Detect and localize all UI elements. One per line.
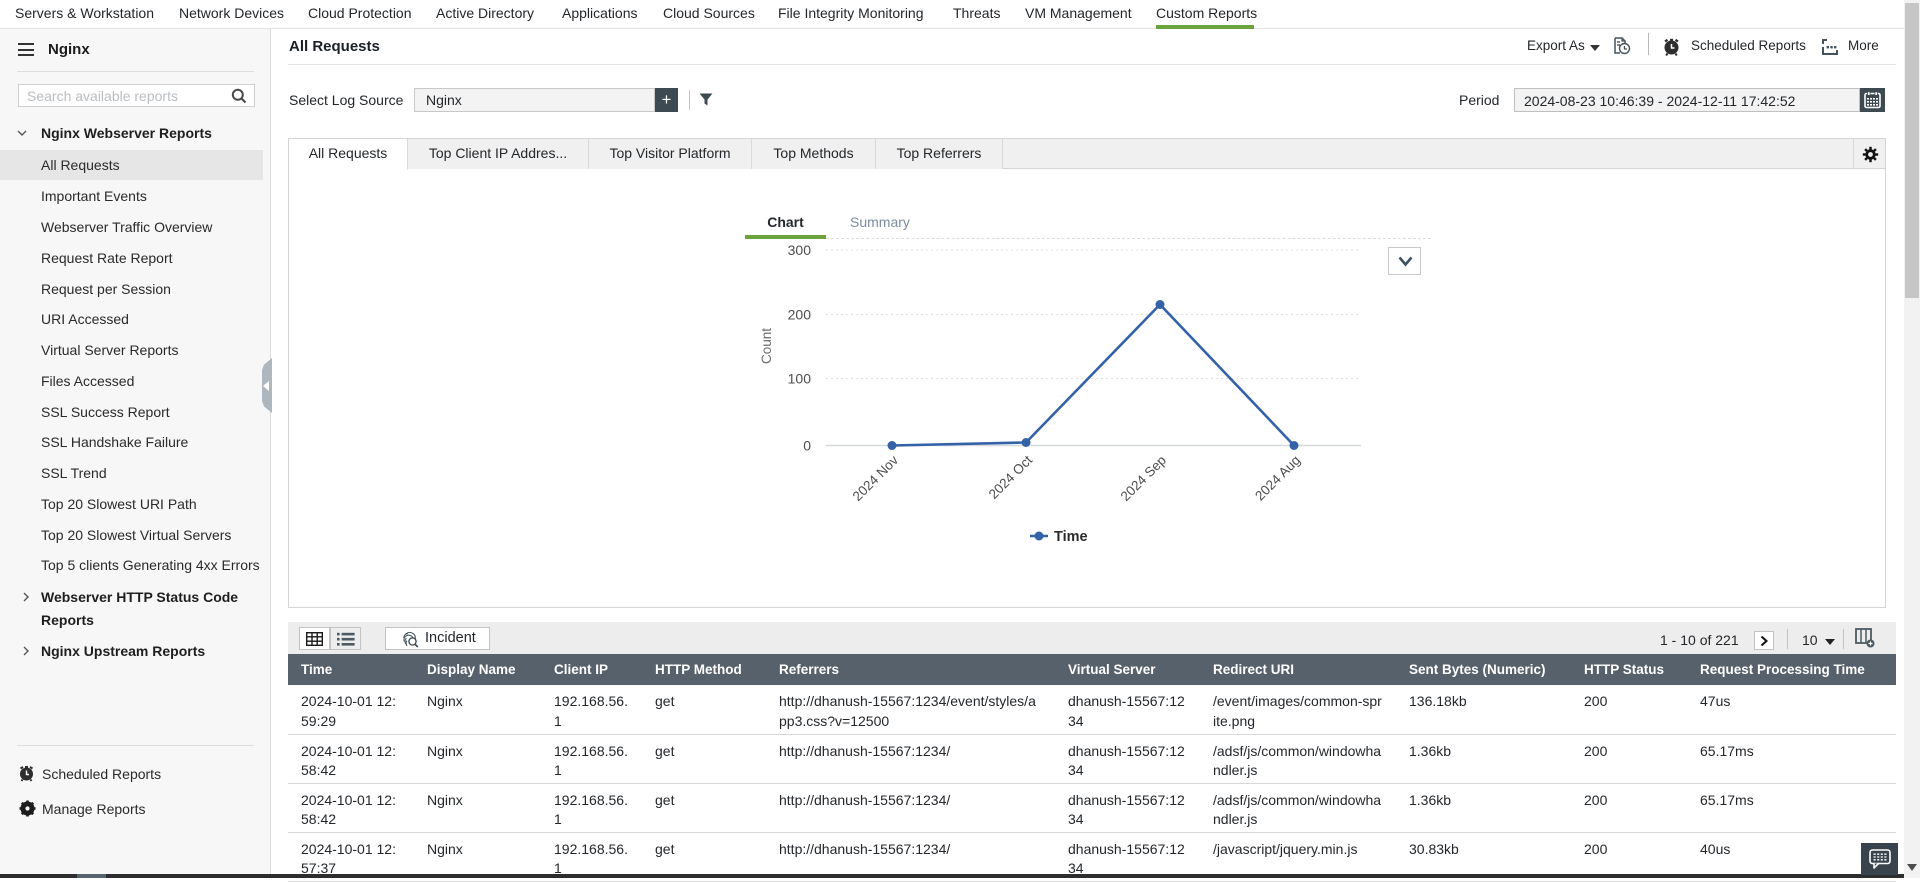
svg-text:100: 100 xyxy=(788,371,812,387)
svg-text:Count: Count xyxy=(759,328,774,364)
svg-text:300: 300 xyxy=(788,242,812,258)
svg-text:2024 Aug: 2024 Aug xyxy=(1252,453,1303,504)
svg-text:2024 Oct: 2024 Oct xyxy=(986,452,1036,502)
svg-text:200: 200 xyxy=(788,307,812,323)
svg-text:2024 Sep: 2024 Sep xyxy=(1118,453,1169,504)
svg-text:Time: Time xyxy=(1054,529,1088,545)
svg-text:0: 0 xyxy=(803,438,811,454)
svg-text:2024 Nov: 2024 Nov xyxy=(850,452,902,504)
